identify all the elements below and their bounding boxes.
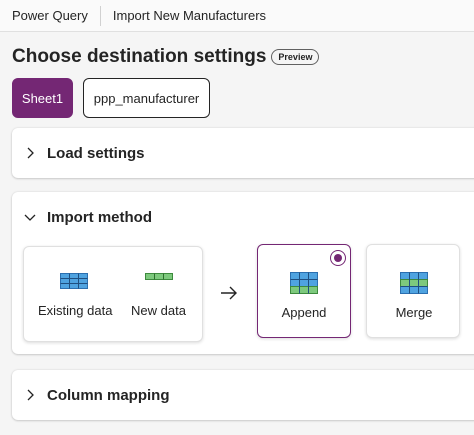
arrow-right-icon	[221, 286, 237, 300]
chevron-down-icon	[24, 214, 36, 221]
column-mapping-header[interactable]: Column mapping	[12, 370, 170, 420]
chevron-right-icon	[27, 389, 34, 401]
import-method-section: Import method Existing data New data App…	[12, 192, 474, 354]
column-mapping-section: Column mapping	[12, 370, 474, 420]
merge-table-icon	[400, 272, 428, 294]
preview-badge: Preview	[271, 49, 320, 65]
sheet-tab-sheet1[interactable]: Sheet1	[12, 78, 73, 118]
sheet-tabs: Sheet1 ppp_manufacturer	[12, 78, 210, 118]
append-option-card[interactable]: Append	[257, 244, 351, 338]
new-data-label: New data	[131, 303, 186, 318]
load-settings-header[interactable]: Load settings	[12, 128, 145, 178]
source-data-card: Existing data New data	[23, 246, 203, 342]
merge-option-card[interactable]: Merge	[366, 244, 460, 338]
top-bar: Power Query Import New Manufacturers	[0, 0, 474, 32]
column-mapping-title: Column mapping	[47, 386, 170, 404]
breadcrumb-app[interactable]: Power Query	[0, 8, 100, 23]
existing-data-table-icon	[60, 273, 88, 289]
import-method-header[interactable]: Import method	[12, 192, 152, 242]
append-label: Append	[281, 305, 327, 320]
load-settings-section: Load settings	[12, 128, 474, 178]
radio-selected-dot	[334, 254, 342, 262]
breadcrumb-page: Import New Manufacturers	[112, 8, 267, 23]
chevron-right-icon	[27, 147, 34, 159]
import-method-title: Import method	[47, 208, 152, 226]
append-radio-selected[interactable]	[330, 250, 346, 266]
merge-label: Merge	[395, 305, 433, 320]
page-title: Choose destination settings	[12, 46, 267, 67]
new-data-table-icon	[145, 273, 173, 280]
sheet-tab-ppp-manufacturer[interactable]: ppp_manufacturer	[83, 78, 210, 118]
existing-data-label: Existing data	[38, 303, 113, 318]
append-table-icon	[290, 272, 318, 294]
load-settings-title: Load settings	[47, 144, 145, 162]
page-title-row: Choose destination settings Preview	[12, 46, 320, 68]
